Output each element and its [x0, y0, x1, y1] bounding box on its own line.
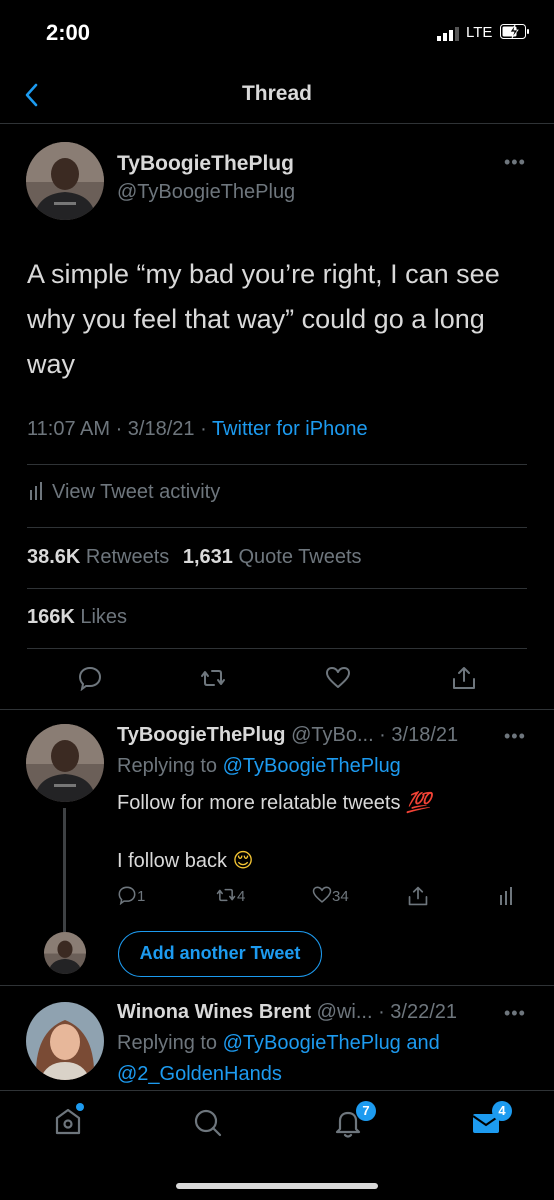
divider [0, 709, 554, 710]
retweet-count: 4 [237, 888, 245, 905]
author-handle[interactable]: @TyBoogieThePlug [117, 181, 295, 204]
replying-to-prefix: Replying to [117, 755, 223, 777]
divider [27, 588, 527, 589]
divider [0, 123, 554, 124]
divider [27, 648, 527, 649]
reply-author-name: TyBoogieThePlug [117, 724, 286, 746]
thread-connector-line [63, 808, 66, 932]
retweet-count-button[interactable]: 4 [215, 885, 245, 909]
likes-label: Likes [75, 606, 127, 628]
retweet-icon [215, 885, 237, 905]
replying-to-link[interactable]: @TyBoogieThePlug and [223, 1032, 440, 1054]
reply-handle-date: @TyBo... · 3/18/21 [286, 724, 459, 746]
reply-text: Follow for more relatable tweets [117, 792, 406, 814]
signal-icon [437, 27, 461, 41]
more-options-icon[interactable]: ••• [504, 1003, 526, 1024]
reply-header[interactable]: Winona Wines Brent @wi... · 3/22/21 [117, 1001, 457, 1024]
messages-badge: 4 [492, 1101, 512, 1121]
divider [27, 527, 527, 528]
activity-chart-icon[interactable] [500, 886, 514, 906]
retweet-stats[interactable]: 38.6K Retweets 1,631 Quote Tweets [27, 546, 362, 569]
replying-to: Replying to @TyBoogieThePlug and [117, 1032, 440, 1055]
view-activity-label: View Tweet activity [52, 481, 220, 503]
replying-to: Replying to @TyBoogieThePlug [117, 755, 401, 778]
status-time: 2:00 [46, 20, 90, 46]
hundred-emoji: 💯 [406, 792, 431, 814]
tweet-timestamp: 11:07 AM · 3/18/21 · [27, 418, 212, 440]
reply-icon[interactable] [77, 665, 103, 691]
network-type: LTE [466, 24, 492, 41]
avatar[interactable] [26, 724, 104, 802]
reply-count: 1 [137, 888, 145, 905]
reply-count-button[interactable]: 1 [117, 885, 145, 909]
divider [0, 985, 554, 986]
more-options-icon[interactable]: ••• [504, 152, 526, 173]
divider [27, 464, 527, 465]
activity-chart-icon [30, 482, 44, 500]
add-another-tweet-button[interactable]: Add another Tweet [118, 931, 322, 977]
notifications-badge: 7 [356, 1101, 376, 1121]
share-icon[interactable] [451, 665, 477, 691]
replying-to-link[interactable]: @TyBoogieThePlug [223, 755, 401, 777]
reply-text-line-1: Follow for more relatable tweets 💯 [117, 790, 431, 815]
reply-text-line-2: I follow back 😌 [117, 848, 253, 873]
avatar[interactable] [26, 142, 104, 220]
author-name[interactable]: TyBoogieThePlug [117, 152, 294, 176]
search-icon[interactable] [192, 1107, 224, 1139]
reply-author-name: Winona Wines Brent [117, 1001, 311, 1023]
avatar[interactable] [26, 1002, 104, 1080]
tweet-source-link[interactable]: Twitter for iPhone [212, 418, 368, 440]
avatar [44, 932, 86, 974]
new-content-dot [76, 1103, 84, 1111]
retweet-icon[interactable] [200, 665, 226, 691]
tweet-text: A simple “my bad you’re right, I can see… [27, 252, 527, 387]
home-indicator[interactable] [176, 1183, 378, 1189]
page-title: Thread [0, 82, 554, 106]
like-icon [312, 885, 332, 905]
quotes-label: Quote Tweets [233, 546, 362, 568]
relieved-face-emoji: 😌 [233, 850, 254, 872]
battery-charging-icon [500, 24, 530, 39]
share-icon[interactable] [407, 885, 429, 907]
like-count: 34 [332, 888, 349, 905]
more-options-icon[interactable]: ••• [504, 726, 526, 747]
view-activity-button[interactable]: View Tweet activity [30, 481, 220, 504]
retweets-count: 38.6K [27, 546, 80, 568]
replying-to-link[interactable]: @2_GoldenHands [117, 1063, 282, 1086]
likes-count: 166K [27, 606, 75, 628]
retweets-label: Retweets [80, 546, 169, 568]
replying-to-prefix: Replying to [117, 1032, 223, 1054]
likes-stats[interactable]: 166K Likes [27, 606, 127, 629]
quotes-count: 1,631 [183, 546, 233, 568]
reply-icon [117, 885, 137, 905]
reply-text: I follow back [117, 850, 233, 872]
like-count-button[interactable]: 34 [312, 885, 349, 909]
reply-handle-date: @wi... · 3/22/21 [311, 1001, 457, 1023]
tweet-meta: 11:07 AM · 3/18/21 · Twitter for iPhone [27, 418, 368, 441]
like-icon[interactable] [325, 665, 351, 691]
reply-header[interactable]: TyBoogieThePlug @TyBo... · 3/18/21 [117, 724, 458, 747]
